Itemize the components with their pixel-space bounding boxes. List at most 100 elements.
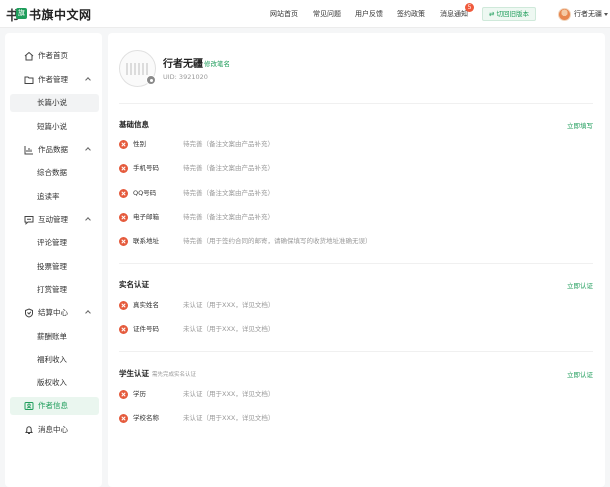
chevron-up-icon [85,217,91,223]
sidebar: 作者首页 作者管理 长篇小说 短篇小说 作品数据 综合数据 追读率 互动管理 评… [5,33,102,487]
fill-now-link[interactable]: 立即填写 [567,120,593,130]
top-header: 书 旗 书旗中文网 网站首页 常见问题 用户反馈 签约政策 消息通知 5 ⇄ 切… [0,0,610,28]
profile-card-icon [24,402,34,410]
nav-faq[interactable]: 常见问题 [313,0,341,28]
sidebar-item-long-novel[interactable]: 长篇小说 [10,94,99,112]
section-title-text: 学生认证 [119,369,149,378]
user-menu[interactable]: 行者无疆 [558,6,608,22]
divider [119,351,593,352]
sidebar-item-votes[interactable]: 投票管理 [10,258,99,276]
row-label: 电子邮箱 [133,213,159,221]
message-icon [24,216,34,225]
row-label: 证件号码 [133,325,159,333]
info-row-education: 学历 未认证（用于XXX，详见文档） [119,389,589,401]
sidebar-item-label: 互动管理 [38,215,68,224]
sidebar-item-work-data[interactable]: 作品数据 [10,141,99,159]
row-label: 学校名称 [133,414,159,422]
info-row-qq: QQ号码 待完善（备注文案由产品补充） [119,188,589,200]
row-value: 待完善（用于签约合同的邮寄，请确保填写的收货地址准确无误） [183,237,372,245]
folder-icon [24,76,34,84]
sidebar-item-overall-data[interactable]: 综合数据 [10,164,99,182]
sidebar-item-tips[interactable]: 打赏管理 [10,281,99,299]
sidebar-item-author-home[interactable]: 作者首页 [10,47,99,65]
row-value: 未认证（用于XXX，详见文档） [183,301,275,309]
edit-pen-name-link[interactable]: 修改笔名 [204,58,230,68]
site-logo[interactable]: 书 旗 书旗中文网 [6,5,92,24]
notification-badge: 5 [465,3,474,12]
info-row-id-number: 证件号码 未认证（用于XXX，详见文档） [119,324,589,336]
error-icon [119,237,128,246]
row-label: 学历 [133,390,146,398]
nav-feedback[interactable]: 用户反馈 [355,0,383,28]
switch-old-version-button[interactable]: ⇄ 切回旧版本 [482,7,536,21]
row-value: 待完善（备注文案由产品补充） [183,140,274,148]
sidebar-item-label: 作者信息 [38,401,68,410]
error-icon [119,164,128,173]
info-row-school: 学校名称 未认证（用于XXX，详见文档） [119,413,589,425]
row-value: 待完善（备注文案由产品补充） [183,189,274,197]
sidebar-item-message-center[interactable]: 消息中心 [10,421,99,439]
section-note: 需先完成实名认证 [152,372,197,378]
main-panel: 行者无疆 修改笔名 UID: 3921020 基础信息 立即填写 性别 待完善（… [108,33,605,487]
section-title-student: 学生认证 需先完成实名认证 [119,368,196,379]
row-value: 待完善（备注文案由产品补充） [183,164,274,172]
row-label: 联系地址 [133,237,159,245]
row-label: QQ号码 [133,189,157,197]
bell-icon [25,426,33,434]
sidebar-item-welfare-income[interactable]: 福利收入 [10,351,99,369]
error-icon [119,301,128,310]
section-title-basic-info: 基础信息 [119,120,149,129]
sidebar-item-interaction[interactable]: 互动管理 [10,211,99,229]
user-uid: UID: 3921020 [163,73,208,81]
sidebar-item-settlement[interactable]: 结算中心 [10,304,99,322]
settlement-icon [25,308,33,318]
row-value: 待完善（备注文案由产品补充） [183,213,274,221]
sidebar-item-author-management[interactable]: 作者管理 [10,71,99,89]
chart-icon [24,146,33,155]
sidebar-item-label: 结算中心 [38,308,68,317]
error-icon [119,213,128,222]
sidebar-item-salary-bill[interactable]: 薪酬账单 [10,328,99,346]
error-icon [119,325,128,334]
error-icon [119,189,128,198]
sidebar-item-label: 作者管理 [38,75,68,84]
chevron-up-icon [85,147,91,153]
info-row-gender: 性别 待完善（备注文案由产品补充） [119,139,589,151]
caret-down-icon [604,12,608,16]
verify-now-link[interactable]: 立即认证 [567,369,593,379]
error-icon [119,414,128,423]
row-label: 性别 [133,140,146,148]
sidebar-item-label: 消息中心 [38,425,68,434]
pen-name: 行者无疆 [163,59,203,70]
sidebar-item-copyright-income[interactable]: 版权收入 [10,374,99,392]
sidebar-item-read-rate[interactable]: 追读率 [10,188,99,206]
row-value: 未认证（用于XXX，详见文档） [183,414,275,422]
logo-text: 书旗中文网 [29,7,92,22]
nav-sign-policy[interactable]: 签约政策 [397,0,425,28]
home-icon [24,51,34,61]
sidebar-item-author-info[interactable]: 作者信息 [10,397,99,415]
section-title-real-name: 实名认证 [119,280,149,289]
row-value: 未认证（用于XXX，详见文档） [183,390,275,398]
row-value: 未认证（用于XXX，详见文档） [183,325,275,333]
error-icon [119,140,128,149]
error-icon [119,390,128,399]
divider [119,263,593,264]
sidebar-item-short-novel[interactable]: 短篇小说 [10,118,99,136]
verify-now-link[interactable]: 立即认证 [567,280,593,290]
info-row-email: 电子邮箱 待完善（备注文案由产品补充） [119,212,589,224]
info-row-real-name: 真实姓名 未认证（用于XXX，详见文档） [119,300,589,312]
row-label: 真实姓名 [133,301,159,309]
chevron-up-icon [85,77,91,83]
nav-home[interactable]: 网站首页 [270,0,298,28]
logo-badge: 旗 [16,7,28,19]
user-name: 行者无疆 [574,10,602,18]
sidebar-item-label: 作者首页 [38,51,68,60]
info-row-address: 联系地址 待完善（用于签约合同的邮寄，请确保填写的收货地址准确无误） [119,236,589,248]
camera-icon[interactable] [146,75,156,85]
sidebar-item-label: 作品数据 [38,145,68,154]
divider [119,103,593,104]
sidebar-item-comments[interactable]: 评论管理 [10,234,99,252]
nav-notifications[interactable]: 消息通知 [440,0,468,28]
chevron-up-icon [85,310,91,316]
